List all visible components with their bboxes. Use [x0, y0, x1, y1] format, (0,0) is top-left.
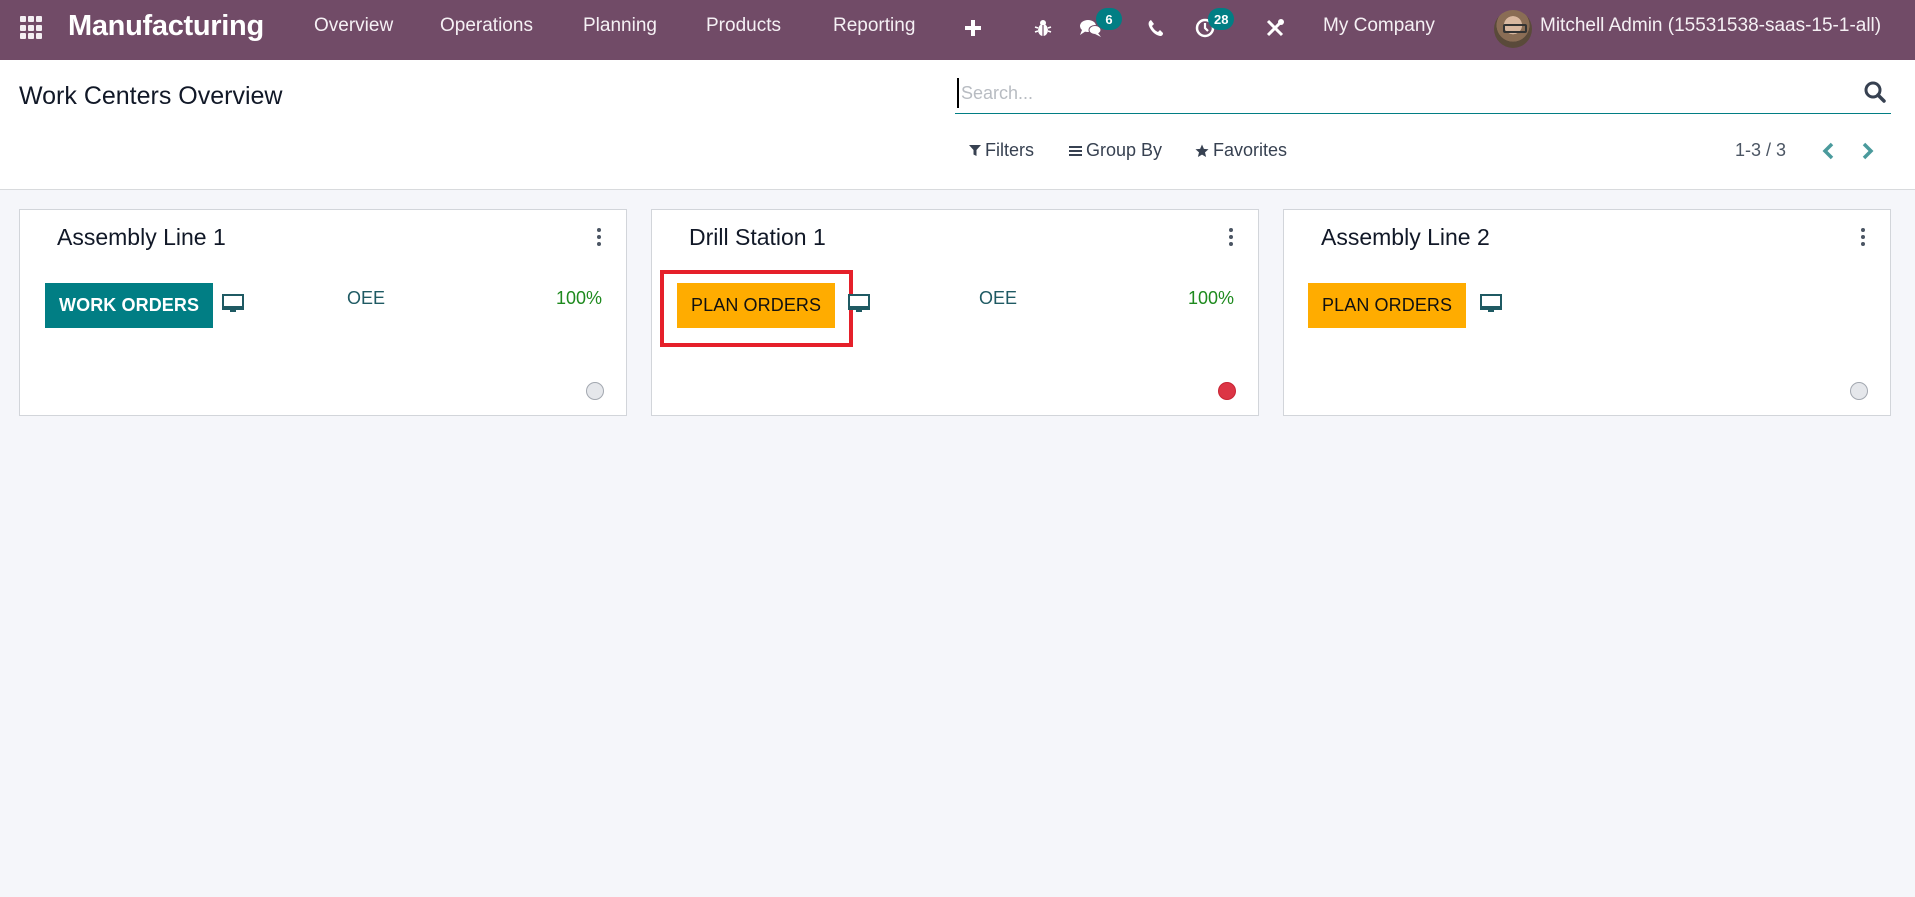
search-icon[interactable] [1863, 80, 1887, 104]
app-name[interactable]: Manufacturing [68, 10, 264, 43]
card-menu-icon[interactable] [594, 226, 604, 248]
status-dot[interactable] [1218, 382, 1236, 400]
monitor-icon[interactable] [1480, 294, 1502, 314]
card-menu-icon[interactable] [1858, 226, 1868, 248]
favorites-label: Favorites [1213, 140, 1288, 160]
search-input[interactable] [957, 78, 1837, 108]
oee-label: OEE [979, 288, 1018, 308]
filters-button[interactable]: Filters [969, 140, 1034, 161]
oee-value[interactable]: 100% [1188, 288, 1234, 309]
plan-orders-button[interactable]: PLAN ORDERS [677, 283, 836, 328]
favorites-button[interactable]: Favorites [1195, 140, 1287, 161]
menu-products[interactable]: Products [706, 15, 781, 37]
top-navbar: Manufacturing Overview Operations Planni… [0, 0, 1915, 60]
workcenter-name: Assembly Line 2 [1321, 224, 1490, 250]
messages-badge: 6 [1096, 8, 1122, 30]
user-menu[interactable]: Mitchell Admin (15531538-saas-15-1-all) [1540, 15, 1881, 37]
workcenter-card[interactable]: Drill Station 1 PLAN ORDERS OEE 100% [651, 209, 1259, 416]
oee-value[interactable]: 100% [556, 288, 602, 309]
activities-badge: 28 [1208, 8, 1235, 30]
filter-icon [969, 145, 981, 156]
filters-label: Filters [985, 140, 1034, 160]
pager-previous-button[interactable] [1816, 138, 1840, 164]
status-dot[interactable] [1850, 382, 1868, 400]
workcenter-card[interactable]: Assembly Line 2 PLAN ORDERS [1283, 209, 1891, 416]
search-bar [955, 74, 1891, 114]
group-by-label: Group By [1086, 140, 1163, 160]
chevron-right-icon [1862, 142, 1874, 160]
workcenter-name: Assembly Line 1 [57, 224, 226, 250]
chevron-left-icon [1822, 142, 1834, 160]
menu-operations[interactable]: Operations [440, 15, 533, 37]
oee-label: OEE [347, 288, 386, 308]
plan-orders-button[interactable]: PLAN ORDERS [1308, 283, 1467, 328]
work-orders-button[interactable]: WORK ORDERS [45, 283, 214, 328]
group-by-button[interactable]: Group By [1069, 140, 1162, 161]
list-icon [1069, 145, 1082, 156]
workcenter-card[interactable]: Assembly Line 1 WORK ORDERS OEE 100% [19, 209, 627, 416]
plus-icon[interactable] [962, 13, 984, 43]
company-switcher[interactable]: My Company [1323, 15, 1435, 37]
page-title: Work Centers Overview [19, 82, 283, 110]
pager-next-button[interactable] [1856, 138, 1880, 164]
star-icon [1195, 144, 1209, 157]
control-panel: Work Centers Overview Filters Group By F… [0, 60, 1915, 190]
bug-icon[interactable] [1032, 13, 1054, 43]
status-dot[interactable] [586, 382, 604, 400]
user-avatar[interactable] [1494, 10, 1532, 48]
menu-overview[interactable]: Overview [314, 15, 393, 37]
card-menu-icon[interactable] [1226, 226, 1236, 248]
menu-planning[interactable]: Planning [583, 15, 657, 37]
tools-icon[interactable] [1264, 13, 1286, 43]
monitor-icon[interactable] [848, 294, 870, 314]
menu-reporting[interactable]: Reporting [833, 15, 915, 37]
apps-grid-icon[interactable] [20, 16, 46, 40]
phone-icon[interactable] [1146, 13, 1166, 43]
workcenter-name: Drill Station 1 [689, 224, 826, 250]
monitor-icon[interactable] [222, 294, 244, 314]
pager-value[interactable]: 1-3 / 3 [1735, 140, 1786, 161]
